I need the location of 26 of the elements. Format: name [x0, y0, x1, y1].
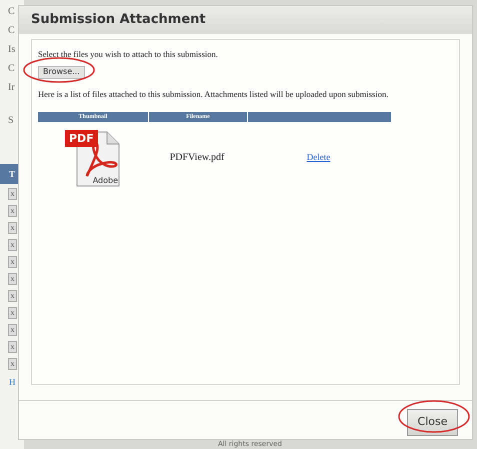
remove-marker[interactable]: x: [8, 358, 17, 370]
page-label: Is: [8, 43, 16, 57]
remove-marker[interactable]: x: [8, 273, 17, 285]
page-label: C: [8, 5, 16, 19]
dialog-title: Submission Attachment: [31, 11, 206, 30]
delete-link[interactable]: Delete: [306, 150, 330, 164]
pdf-badge: PDF: [65, 130, 98, 146]
remove-marker[interactable]: x: [8, 205, 17, 217]
browse-button[interactable]: Browse...: [38, 66, 85, 79]
remove-marker[interactable]: x: [8, 324, 17, 336]
list-intro-text: Here is a list of files attached to this submission. Attachments listed will be uploaded upon submission.: [38, 88, 390, 100]
remove-marker[interactable]: x: [8, 307, 17, 319]
page-label: S: [8, 114, 15, 128]
remove-marker[interactable]: x: [8, 256, 17, 268]
page-label: C: [8, 62, 16, 76]
remove-marker[interactable]: x: [8, 222, 17, 234]
remove-marker[interactable]: x: [8, 290, 17, 302]
remove-marker[interactable]: x: [8, 341, 17, 353]
page-label: Ir: [8, 81, 16, 95]
instruction-text: Select the files you wish to attach to this submission.: [38, 48, 219, 61]
remove-marker[interactable]: x: [8, 239, 17, 251]
page-label: C: [8, 24, 16, 38]
remove-marker[interactable]: x: [8, 188, 17, 200]
close-button[interactable]: Close: [407, 409, 458, 436]
adobe-caption: Adobe: [92, 176, 118, 184]
filename-cell-text: PDFView.pdf: [168, 151, 226, 165]
